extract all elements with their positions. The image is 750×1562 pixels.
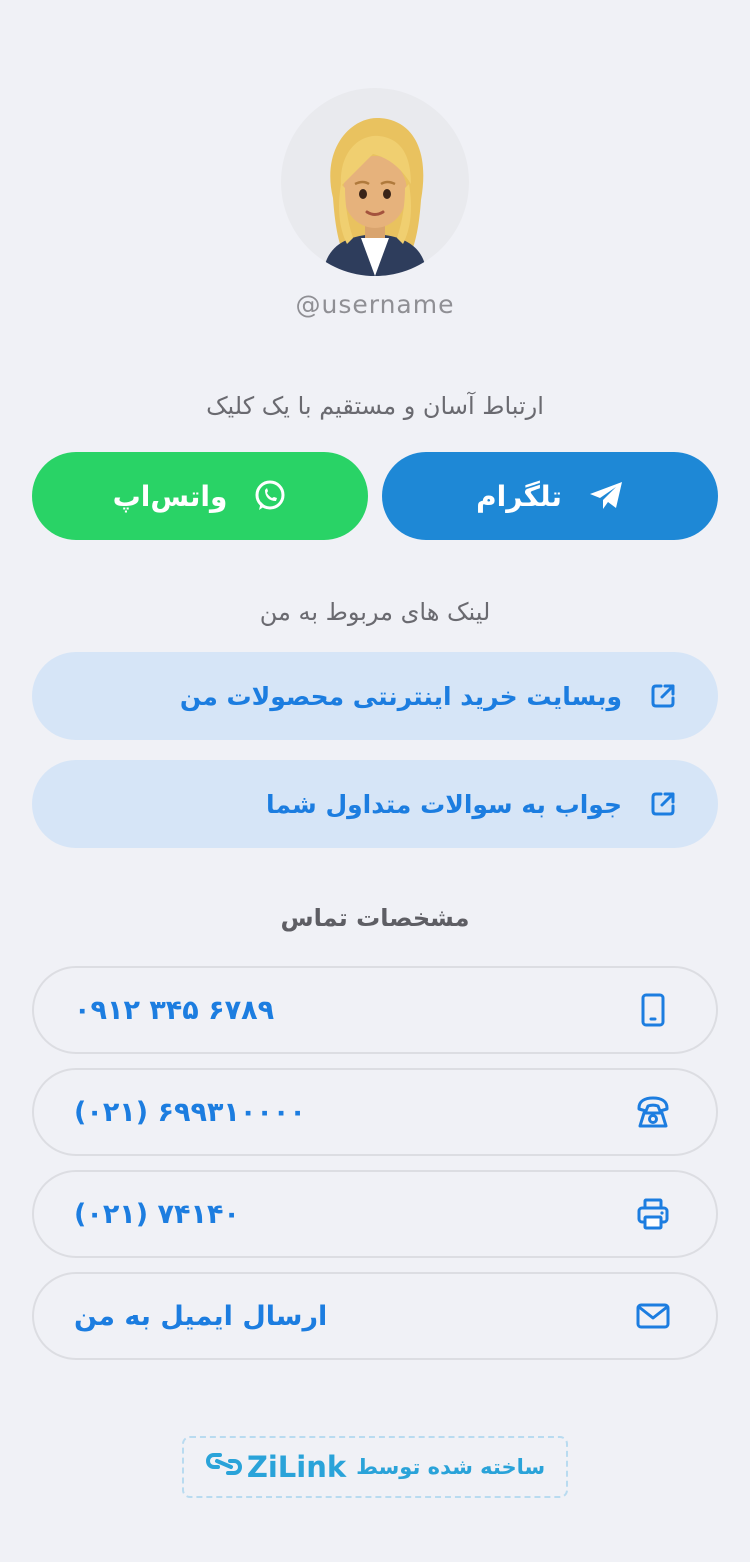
whatsapp-label: واتس‌اپ [112,479,228,513]
telephone-icon [636,1095,670,1129]
details-section-title: مشخصات تماس [280,904,470,932]
contact-value: (۰۲۱) ۷۴۱۴۰ [74,1198,240,1230]
username: @username [295,290,455,319]
contact-phone[interactable]: (۰۲۱) ۶۹۹۳۱۰۰۰۰ [32,1068,718,1156]
link-online-store[interactable]: وبسایت خرید اینترنتی محصولات من [32,652,718,740]
contact-section-title: ارتباط آسان و مستقیم با یک کلیک [206,392,544,420]
contact-value: ارسال ایمیل به من [74,1300,328,1332]
made-by-text: ساخته شده توسط [356,1455,546,1479]
link-faq[interactable]: جواب به سوالات متداول شما [32,760,718,848]
contact-value: (۰۲۱) ۶۹۹۳۱۰۰۰۰ [74,1096,306,1128]
external-link-icon [648,789,678,819]
whatsapp-icon [253,479,287,513]
fax-icon [636,1197,670,1231]
profile-page: @username ارتباط آسان و مستقیم با یک کلی… [0,0,750,1562]
links-section-title: لینک های مربوط به من [259,598,491,626]
mobile-phone-icon [636,993,670,1027]
brand-logo: ZiLink [205,1450,346,1484]
contact-fax[interactable]: (۰۲۱) ۷۴۱۴۰ [32,1170,718,1258]
contact-mobile[interactable]: ۰۹۱۲ ۳۴۵ ۶۷۸۹ [32,966,718,1054]
zilink-logo-icon [205,1450,243,1484]
link-label: وبسایت خرید اینترنتی محصولات من [179,681,622,711]
link-label: جواب به سوالات متداول شما [266,789,622,819]
external-link-icon [648,681,678,711]
woman-avatar-icon [323,118,427,276]
avatar [281,88,469,276]
whatsapp-button[interactable]: واتس‌اپ [32,452,368,540]
telegram-icon [588,480,624,512]
footer-badge[interactable]: ساخته شده توسط ZiLink [182,1436,568,1498]
telegram-label: تلگرام [476,479,562,513]
contact-value: ۰۹۱۲ ۳۴۵ ۶۷۸۹ [74,994,275,1026]
telegram-button[interactable]: تلگرام [382,452,718,540]
brand-name: ZiLink [246,1450,347,1484]
contact-email[interactable]: ارسال ایمیل به من [32,1272,718,1360]
email-icon [636,1299,670,1333]
